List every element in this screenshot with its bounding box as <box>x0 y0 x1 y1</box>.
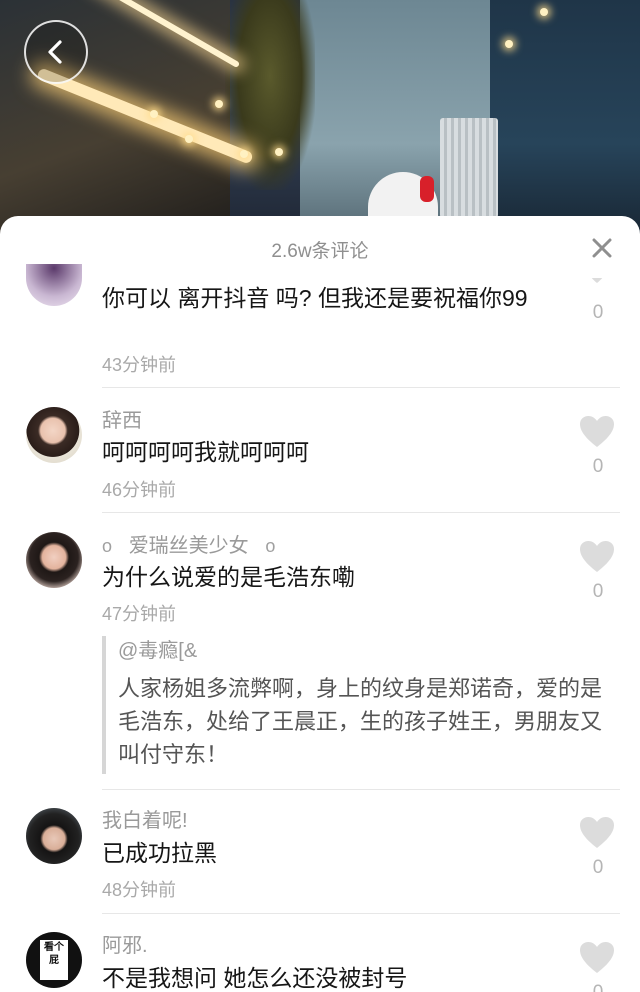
divider <box>102 913 620 914</box>
comment-text: 不是我想问 她怎么还没被封号 <box>102 965 408 991</box>
comment-time: 46分钟前 <box>102 480 177 500</box>
fairy-light <box>240 150 248 158</box>
divider <box>102 789 620 790</box>
video-scene-plush-ear <box>420 176 434 202</box>
fairy-light <box>540 8 548 16</box>
username-text: 爱瑞丝美少女 <box>128 535 249 557</box>
fairy-light <box>505 40 513 48</box>
comment-time: 48分钟前 <box>102 880 177 900</box>
like-count: 0 <box>592 302 604 323</box>
comment-text: 已成功拉黑 <box>102 840 217 866</box>
heart-icon[interactable] <box>578 540 616 574</box>
reply-username[interactable]: @毒瘾[& <box>118 636 602 666</box>
username-prefix: o <box>102 536 113 556</box>
quoted-reply[interactable]: @毒瘾[& 人家杨姐多流弊啊，身上的纹身是郑诺奇，爱的是毛浩东，处给了王晨正，生… <box>102 636 602 774</box>
like-count: 0 <box>588 982 608 992</box>
comment-time: 47分钟前 <box>102 604 177 624</box>
video-scene-ac-unit <box>440 118 498 218</box>
avatar[interactable] <box>26 407 82 463</box>
comment-username[interactable]: 我白着呢! <box>102 804 188 833</box>
avatar-text: 看个屁 <box>40 940 68 980</box>
heart-icon[interactable] <box>578 278 616 292</box>
fairy-light <box>150 110 158 118</box>
fairy-light <box>275 148 283 156</box>
avatar[interactable]: 看个屁 <box>26 932 82 988</box>
comment-text: 为什么说爱的是毛浩东嘞 <box>102 564 355 590</box>
comment-time: 43分钟前 <box>102 355 177 375</box>
chevron-left-icon <box>48 40 62 64</box>
video-background <box>0 0 640 240</box>
like-count: 0 <box>592 857 604 878</box>
like-count: 0 <box>592 456 604 477</box>
comment-text: 呵呵呵呵我就呵呵呵 <box>102 439 309 465</box>
avatar[interactable] <box>26 532 82 588</box>
like-count: 0 <box>592 581 604 602</box>
close-icon[interactable] <box>590 236 614 260</box>
comment-text: 你可以 离开抖音 吗? 但我还是要祝福你99 <box>102 285 528 311</box>
fairy-light <box>215 100 223 108</box>
video-scene-right <box>490 0 640 240</box>
comment-username[interactable]: 辞西 <box>102 404 142 433</box>
comment-count-title: 2.6w条评论 <box>271 241 369 262</box>
divider <box>102 512 620 513</box>
comment-username[interactable]: 阿邪. <box>102 929 148 958</box>
back-button[interactable] <box>24 20 88 84</box>
heart-icon[interactable] <box>578 941 616 975</box>
avatar[interactable] <box>26 808 82 864</box>
divider <box>102 387 620 388</box>
panel-header: 2.6w条评论 <box>0 216 640 278</box>
heart-icon[interactable] <box>578 816 616 850</box>
reply-text: 人家杨姐多流弊啊，身上的纹身是郑诺奇，爱的是毛浩东，处给了王晨正，生的孩子姓王，… <box>118 676 603 767</box>
avatar[interactable] <box>26 264 82 306</box>
comment-username[interactable]: o 爱瑞丝美少女 o <box>102 529 275 558</box>
heart-icon[interactable] <box>578 415 616 449</box>
username-suffix: o <box>265 536 276 556</box>
fairy-light <box>185 135 193 143</box>
video-scene-foliage <box>225 0 315 190</box>
comments-panel[interactable]: 2.6w条评论 你可以 离开抖音 吗? 但我还是要祝福你99 43分钟前 0 辞… <box>0 216 640 992</box>
